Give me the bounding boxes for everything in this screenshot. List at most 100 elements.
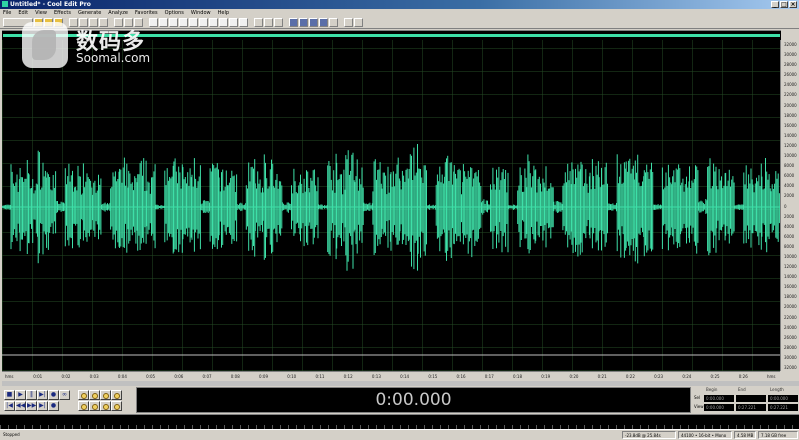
time-tick-label: 0:05 (146, 374, 156, 379)
rewind-button[interactable]: ◀◀ (15, 401, 26, 411)
window-controls: _ □ × (771, 1, 797, 8)
zoom-out-vertical-icon[interactable] (111, 401, 122, 411)
menu-options[interactable]: Options (165, 9, 184, 17)
cd-button[interactable] (254, 18, 263, 27)
minimize-button[interactable]: _ (771, 1, 779, 8)
noise-reduction-button[interactable] (209, 18, 218, 27)
maximize-button[interactable]: □ (780, 1, 788, 8)
amplitude-tick-label: 6000 (784, 173, 795, 179)
waveform-display[interactable] (2, 40, 780, 371)
logo-mark-icon (22, 22, 68, 68)
waveform-segment (689, 165, 699, 254)
amplitude-tick-label: 14000 (784, 274, 797, 280)
waveform-view-button[interactable] (289, 18, 298, 27)
amplitude-tick-label: 10000 (784, 253, 797, 259)
level-meter (0, 414, 799, 429)
play-button[interactable]: ▶ (15, 390, 26, 400)
waveform-segment (490, 166, 500, 249)
go-to-start-button[interactable]: |◀ (4, 401, 15, 411)
waveform-segment (716, 169, 726, 241)
sel-end-field[interactable] (736, 395, 766, 402)
close-button[interactable]: × (789, 1, 797, 8)
envelope-button[interactable] (199, 18, 208, 27)
zoom-in-vertical-icon[interactable] (100, 401, 111, 411)
status-cursor-level: -23.8dB @ 25.84s (622, 431, 676, 439)
waveform-segment (173, 158, 183, 253)
amplitude-tick-label: 14000 (784, 132, 797, 138)
stop-button[interactable]: ■ (4, 390, 15, 400)
waveform-segment (254, 171, 265, 238)
time-tick-label: 0:20 (569, 374, 579, 379)
menu-analyze[interactable]: Analyze (108, 9, 128, 17)
time-tick-label: 0:11 (315, 374, 325, 379)
record-button[interactable]: ● (48, 390, 59, 400)
waveform-segment (661, 164, 672, 251)
snap-cues-button[interactable] (319, 18, 328, 27)
amplitude-tick-label: 30000 (784, 52, 797, 58)
menu-favorites[interactable]: Favorites (135, 9, 158, 17)
context-help-button[interactable] (354, 18, 363, 27)
menu-edit[interactable]: Edit (18, 9, 28, 17)
zoom-out-horizontal-icon[interactable] (89, 390, 100, 400)
zoom-selection-icon[interactable] (111, 390, 122, 400)
time-tick-label: 0:18 (513, 374, 522, 379)
spectral-view-button[interactable] (299, 18, 308, 27)
amplitude-tick-label: 22000 (784, 314, 797, 320)
frequency-analysis-button[interactable] (264, 18, 273, 27)
settings-button[interactable] (329, 18, 338, 27)
go-to-end-button[interactable]: ▶| (37, 401, 48, 411)
waveform-segment (64, 163, 75, 249)
fade-button[interactable] (189, 18, 198, 27)
waveform-segment (761, 158, 771, 253)
waveform-segment (146, 164, 156, 249)
waveform-segment (435, 166, 446, 252)
amplitude-tick-label: 30000 (784, 354, 797, 360)
menu-view[interactable]: View (35, 9, 47, 17)
waveform-segment (191, 158, 201, 252)
pause-button[interactable]: ‖ (26, 390, 37, 400)
loop-button[interactable]: ∞ (59, 390, 70, 400)
reverb-button[interactable] (229, 18, 238, 27)
time-tick-label: 0:22 (625, 374, 635, 379)
time-tick-label: 0:25 (710, 374, 720, 379)
menu-help[interactable]: Help (218, 9, 229, 17)
record-alt-button[interactable]: ● (48, 401, 59, 411)
fast-forward-button[interactable]: ▶▶ (26, 401, 37, 411)
time-tick-label: 0:02 (61, 374, 71, 379)
view-end-field[interactable]: 0:27.221 (736, 404, 766, 411)
zoom-right-icon[interactable] (89, 401, 100, 411)
waveform-segment (218, 169, 228, 248)
menu-generate[interactable]: Generate (78, 9, 101, 17)
eq-button[interactable] (219, 18, 228, 27)
horizontal-scrollbar[interactable] (2, 381, 799, 386)
view-length-field[interactable]: 0:27.221 (768, 404, 798, 411)
waveform-segment (28, 174, 38, 244)
statistics-button[interactable] (274, 18, 283, 27)
menu-effects[interactable]: Effects (54, 9, 71, 17)
waveform-segment (164, 165, 174, 254)
zoom-full-icon[interactable] (100, 390, 111, 400)
snap-ruler-button[interactable] (309, 18, 318, 27)
time-tick-label: 0:01 (33, 374, 43, 379)
waveform-segment (281, 202, 292, 213)
normalize-button[interactable] (179, 18, 188, 27)
title-bar: Untitled* - Cool Edit Pro _ □ × (0, 0, 799, 9)
sel-length-field[interactable]: 0:00.000 (768, 395, 798, 402)
play-to-end-button[interactable]: ▶| (37, 390, 48, 400)
zoom-in-horizontal-icon[interactable] (78, 390, 89, 400)
menu-window[interactable]: Window (191, 9, 211, 17)
time-tick-label: 0:26 (738, 374, 748, 379)
menu-file[interactable]: File (3, 9, 11, 17)
delay-button[interactable] (239, 18, 248, 27)
zoom-left-icon[interactable] (78, 401, 89, 411)
view-begin-field[interactable]: 0:00.000 (704, 404, 734, 411)
window-title: Untitled* - Cool Edit Pro (10, 1, 91, 8)
waveform-segment (327, 153, 337, 260)
waveform-segment (453, 165, 464, 245)
sel-begin-field[interactable]: 0:00.000 (704, 395, 734, 402)
amplitude-tick-label: 26000 (784, 334, 797, 340)
time-tick-label: 0:14 (400, 374, 410, 379)
time-tick-label: 0:04 (117, 374, 127, 379)
help-button[interactable] (344, 18, 353, 27)
waveform-segment (589, 159, 599, 251)
